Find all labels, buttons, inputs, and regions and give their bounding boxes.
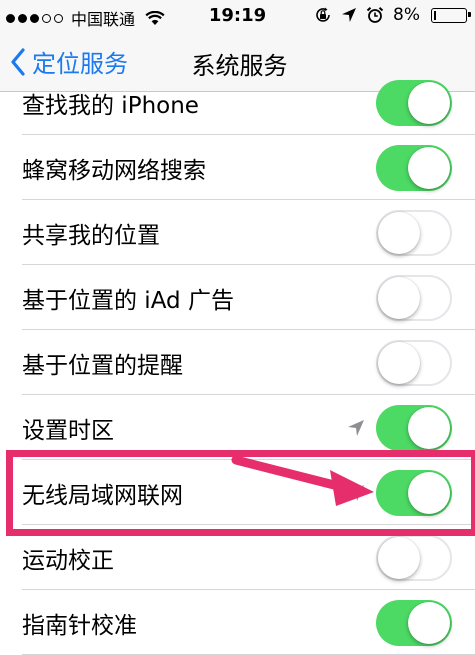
settings-row: 蜂窝移动网络搜索 (0, 135, 475, 200)
alarm-clock-icon (366, 7, 384, 23)
location-services-icon (342, 8, 357, 22)
toggle-switch[interactable] (376, 274, 452, 321)
settings-row-label: 指南针校准 (22, 612, 137, 639)
settings-row: 共享我的位置 (0, 200, 475, 265)
status-bar: 中国联通 19:19 8% (0, 0, 475, 32)
settings-row: 基于位置的提醒 (0, 330, 475, 395)
settings-row-label: 基于位置的提醒 (22, 352, 183, 379)
location-arrow-icon (348, 419, 364, 436)
settings-row-label: 运动校正 (22, 547, 114, 574)
status-right: 8% (314, 5, 471, 25)
toggle-switch[interactable] (376, 469, 452, 516)
toggle-knob (408, 471, 450, 514)
settings-row: 无线局域网联网 (0, 460, 475, 525)
toggle-knob (408, 81, 450, 124)
orientation-lock-icon (316, 7, 330, 22)
location-arrow-icon (348, 484, 364, 501)
toggle-knob (408, 601, 450, 644)
battery-fill (434, 10, 436, 20)
toggle-knob (378, 341, 420, 384)
settings-row: 设置时区 (0, 395, 475, 460)
toggle-switch[interactable] (376, 599, 452, 646)
settings-row-label: 基于位置的 iAd 广告 (22, 287, 234, 314)
battery-icon (431, 7, 471, 23)
toggle-knob (408, 406, 450, 449)
toggle-knob (408, 146, 450, 189)
toggle-switch[interactable] (376, 339, 452, 386)
toggle-switch[interactable] (376, 79, 452, 126)
settings-row-label: 蜂窝移动网络搜索 (22, 157, 206, 184)
toggle-switch[interactable] (376, 534, 452, 581)
toggle-switch[interactable] (376, 404, 452, 451)
settings-row-label: 设置时区 (22, 417, 114, 444)
toggle-knob (378, 276, 420, 319)
settings-row: 指南针校准 (0, 590, 475, 655)
toggle-knob (378, 211, 420, 254)
toggle-knob (378, 536, 420, 579)
battery-percentage: 8% (393, 5, 420, 25)
toggle-switch[interactable] (376, 144, 452, 191)
settings-row: 查找我的 iPhone (0, 70, 475, 135)
toggle-switch[interactable] (376, 209, 452, 256)
settings-row: 运动校正 (0, 525, 475, 590)
settings-row-label: 共享我的位置 (22, 222, 160, 249)
settings-row-label: 查找我的 iPhone (22, 92, 199, 119)
settings-row-label: 无线局域网联网 (22, 482, 183, 509)
settings-row: 基于位置的 iAd 广告 (0, 265, 475, 330)
